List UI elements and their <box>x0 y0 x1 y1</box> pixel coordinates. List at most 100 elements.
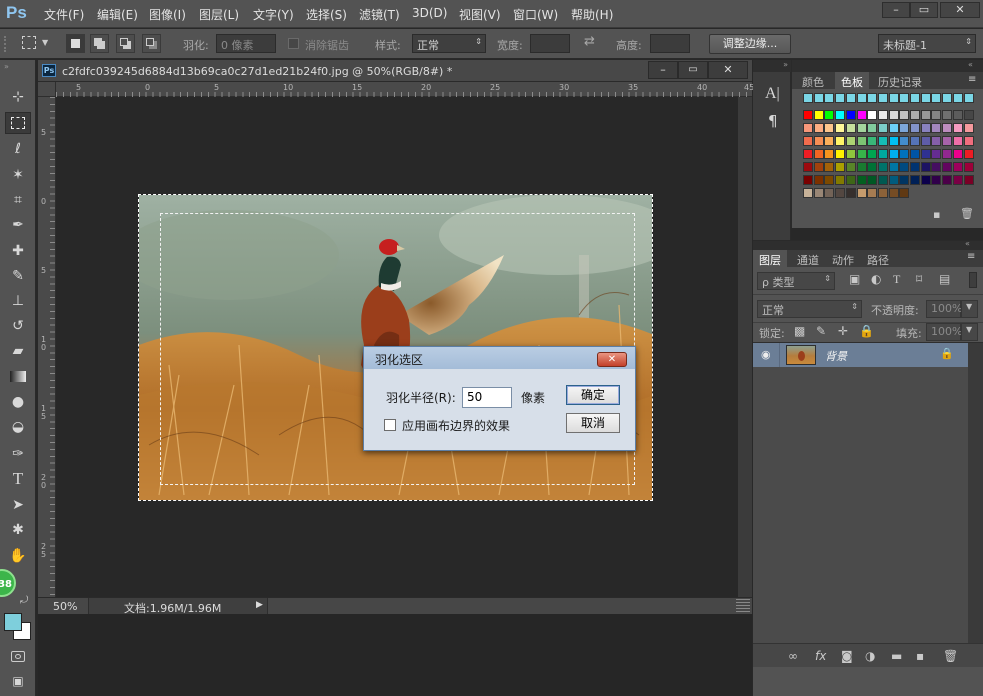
feather-input[interactable]: 0 像素 <box>216 34 276 53</box>
workspace-select[interactable]: 未标题-1 ⇕ <box>878 34 976 53</box>
color-swatch[interactable] <box>888 93 899 103</box>
color-swatch[interactable] <box>952 110 963 120</box>
tab-layers[interactable]: 图层 <box>753 250 787 267</box>
color-swatch[interactable] <box>824 162 835 172</box>
color-swatch[interactable] <box>910 136 920 146</box>
color-swatch[interactable] <box>803 188 813 198</box>
layer-style-fx-icon[interactable]: fx <box>815 649 826 663</box>
color-swatch[interactable] <box>813 93 824 103</box>
history-brush-tool-icon[interactable]: ↺ <box>5 315 31 337</box>
color-swatch[interactable] <box>952 136 963 146</box>
color-swatch[interactable] <box>952 149 963 159</box>
expand-arrows-icon[interactable]: » <box>753 60 791 72</box>
delete-layer-trash-icon[interactable]: 🗑 <box>943 649 958 663</box>
color-swatch[interactable] <box>877 93 888 103</box>
color-swatch[interactable] <box>803 123 813 133</box>
color-swatch[interactable] <box>952 93 963 103</box>
color-swatch[interactable] <box>931 175 942 185</box>
color-swatch[interactable] <box>963 149 974 159</box>
document-title[interactable]: c2fdfc039245d6884d13b69ca0c27d1ed21b24f0… <box>62 65 452 78</box>
pen-tool-icon[interactable]: ✑ <box>5 443 31 465</box>
color-swatch[interactable] <box>899 149 910 159</box>
visibility-eye-icon[interactable]: ◉ <box>761 348 771 361</box>
color-swatch[interactable] <box>845 93 856 103</box>
color-swatch[interactable] <box>835 162 846 172</box>
color-swatch[interactable] <box>835 149 846 159</box>
color-swatch[interactable] <box>803 136 813 146</box>
color-swatch[interactable] <box>888 162 899 172</box>
color-swatch[interactable] <box>803 162 813 172</box>
color-swatch[interactable] <box>845 162 856 172</box>
color-swatch[interactable] <box>867 110 878 120</box>
color-swatch[interactable] <box>813 110 824 120</box>
color-swatch[interactable] <box>910 175 920 185</box>
color-swatch[interactable] <box>867 123 878 133</box>
color-swatch[interactable] <box>877 162 888 172</box>
color-swatch[interactable] <box>803 93 813 103</box>
style-select[interactable]: 正常 ⇕ <box>412 34 486 53</box>
swap-colors-icon[interactable]: ⤾ <box>20 595 28 606</box>
menu-file[interactable]: 文件(F) <box>44 6 84 23</box>
color-swatch[interactable] <box>845 123 856 133</box>
healing-brush-tool-icon[interactable]: ✚ <box>5 240 31 262</box>
tab-color[interactable]: 颜色 <box>798 73 828 91</box>
subtract-selection-button[interactable] <box>116 34 135 53</box>
color-swatch[interactable] <box>813 188 824 198</box>
color-swatch[interactable] <box>920 149 931 159</box>
preset-dropdown-icon[interactable]: ▼ <box>42 38 48 47</box>
new-adjustment-layer-icon[interactable]: ◑ <box>865 649 875 663</box>
color-swatch[interactable] <box>952 162 963 172</box>
color-swatch[interactable] <box>963 123 974 133</box>
lock-position-icon[interactable]: ✛ <box>838 324 848 338</box>
color-swatch[interactable] <box>899 188 910 198</box>
color-swatch[interactable] <box>824 149 835 159</box>
lasso-tool-icon[interactable]: ℓ <box>5 138 31 160</box>
color-swatch[interactable] <box>963 110 974 120</box>
filter-toggle[interactable] <box>969 272 977 288</box>
color-swatch[interactable] <box>813 175 824 185</box>
antialias-checkbox[interactable] <box>288 38 299 49</box>
color-swatch[interactable] <box>856 123 867 133</box>
collapse-arrows-icon[interactable]: « <box>968 60 973 69</box>
color-swatch[interactable] <box>910 110 920 120</box>
color-swatch[interactable] <box>867 136 878 146</box>
doc-minimize-button[interactable]: – <box>648 61 678 79</box>
path-selection-tool-icon[interactable]: ➤ <box>5 494 31 516</box>
color-swatch[interactable] <box>910 162 920 172</box>
color-swatch[interactable] <box>931 93 942 103</box>
panel-menu-icon[interactable]: ≡ <box>967 251 975 262</box>
color-swatch[interactable] <box>813 136 824 146</box>
color-swatch[interactable] <box>931 110 942 120</box>
color-swatch[interactable] <box>963 175 974 185</box>
color-swatch[interactable] <box>824 188 835 198</box>
panel-menu-icon[interactable]: ≡ <box>968 74 976 85</box>
menu-view[interactable]: 视图(V) <box>459 6 501 23</box>
crop-tool-icon[interactable]: ⌗ <box>5 189 31 211</box>
color-swatch[interactable] <box>910 149 920 159</box>
rect-marquee-tool-icon[interactable] <box>5 112 31 134</box>
menu-3d[interactable]: 3D(D) <box>412 6 447 20</box>
new-layer-icon[interactable]: ▪ <box>916 649 924 663</box>
color-swatch[interactable] <box>845 136 856 146</box>
menu-window[interactable]: 窗口(W) <box>513 6 558 23</box>
paragraph-panel-icon[interactable]: ¶ <box>768 112 778 130</box>
color-swatch[interactable] <box>856 136 867 146</box>
color-swatch[interactable] <box>845 149 856 159</box>
menu-select[interactable]: 选择(S) <box>306 6 347 23</box>
color-swatch[interactable] <box>813 123 824 133</box>
color-swatch[interactable] <box>867 162 878 172</box>
foreground-color-swatch[interactable] <box>4 613 22 631</box>
feather-radius-input[interactable]: 50 <box>462 387 512 408</box>
canvas-bounds-checkbox[interactable] <box>384 419 396 431</box>
color-swatch[interactable] <box>835 93 846 103</box>
color-swatch[interactable] <box>899 110 910 120</box>
color-swatch[interactable] <box>920 136 931 146</box>
status-menu-arrow-icon[interactable]: ▶ <box>256 600 263 610</box>
color-swatch[interactable] <box>877 149 888 159</box>
refine-edge-button[interactable]: 调整边缘... <box>709 34 791 54</box>
color-swatch[interactable] <box>824 93 835 103</box>
color-swatch[interactable] <box>845 175 856 185</box>
blur-tool-icon[interactable]: ● <box>5 391 31 413</box>
color-swatch[interactable] <box>835 110 846 120</box>
color-swatch[interactable] <box>888 175 899 185</box>
